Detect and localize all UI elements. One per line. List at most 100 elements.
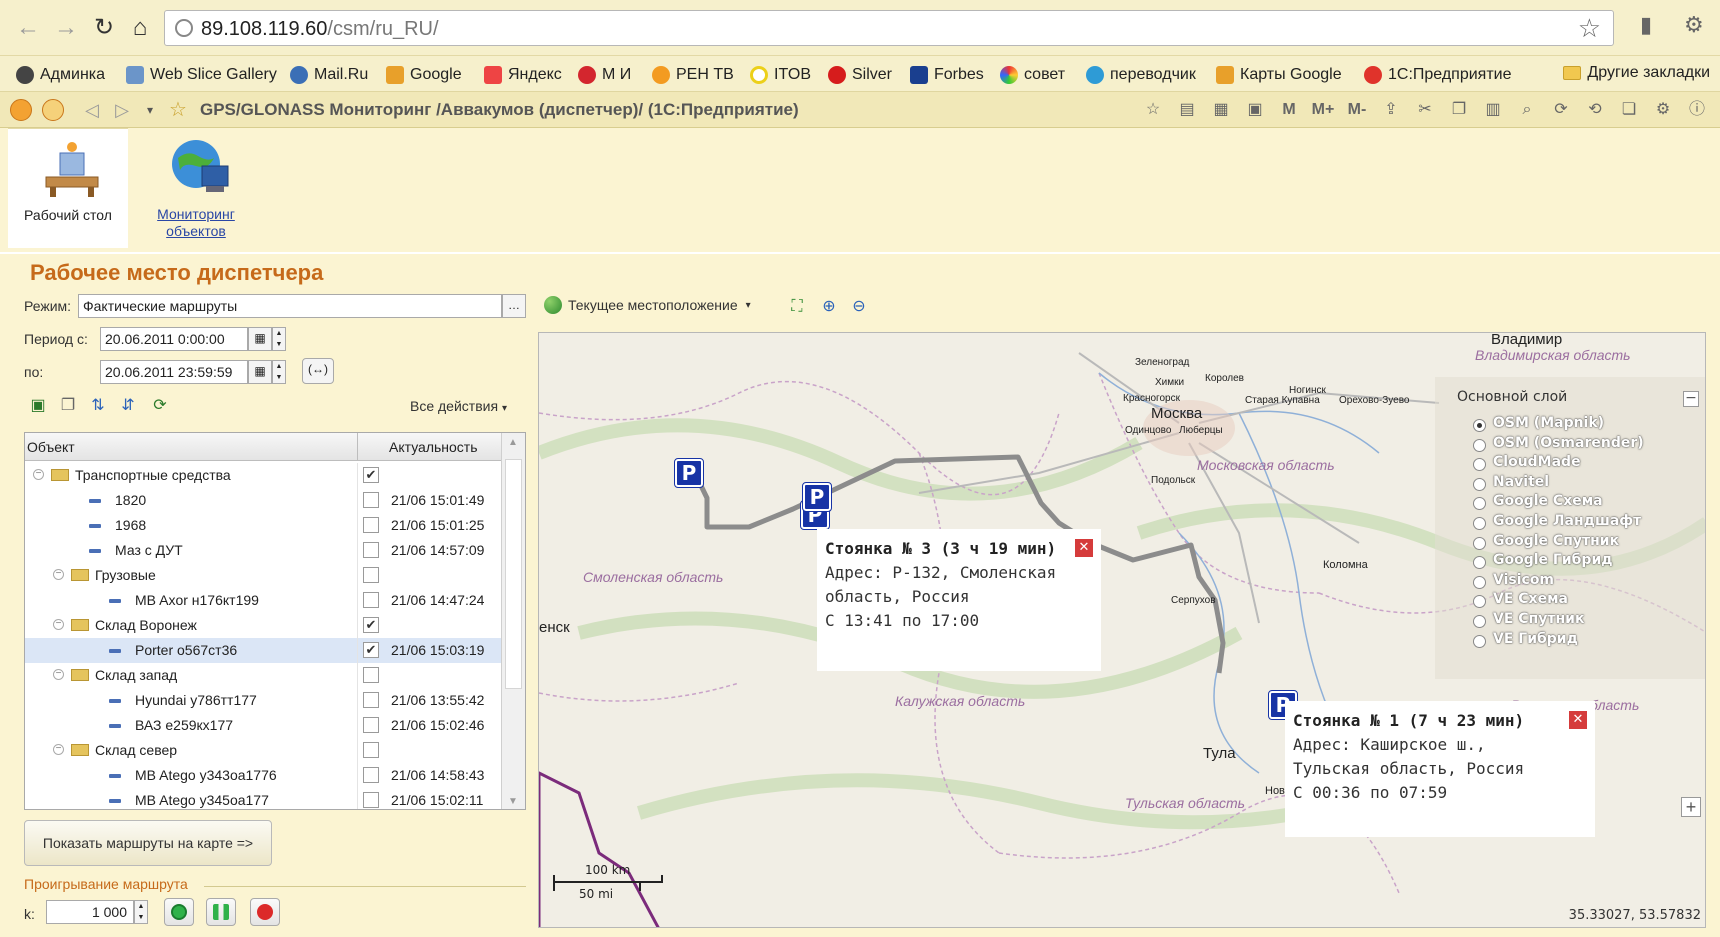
layer-radio[interactable] [1473,517,1486,530]
row-checkbox[interactable]: ✔ [363,467,379,483]
scroll-thumb[interactable] [505,459,522,689]
layer-radio[interactable] [1473,438,1486,452]
row-checkbox[interactable] [363,567,379,583]
bookmark-item[interactable]: Web Slice Gallery [126,64,277,86]
favorites-icon[interactable]: ☆ [1140,98,1166,122]
bookmark-item[interactable]: Forbes [910,64,984,86]
bookmark-item[interactable]: переводчик [1086,64,1196,86]
close-icon[interactable]: ✕ [1075,539,1093,557]
period-from-field[interactable]: 20.06.2011 0:00:00 [100,327,248,351]
layer-radio[interactable] [1473,497,1486,511]
settings-icon[interactable]: ⚙ [1650,98,1676,122]
layer-option[interactable]: VE Спутник [1493,611,1584,627]
row-checkbox[interactable] [363,667,379,683]
play-button[interactable] [164,898,194,926]
wrench-icon[interactable]: ⚙ [1684,12,1704,38]
1c-logo-icon[interactable] [10,99,32,121]
other-bookmarks[interactable]: Другие закладки [1563,64,1710,82]
find-prev-icon[interactable]: ⟲ [1582,98,1608,122]
collapse-icon[interactable]: − [53,569,64,580]
bookmark-item[interactable]: 1С:Предприятие [1364,64,1512,86]
row-checkbox[interactable] [363,742,379,758]
pause-button[interactable] [206,898,236,926]
row-checkbox[interactable]: ✔ [363,617,379,633]
parking-marker[interactable]: P [674,458,704,488]
row-checkbox[interactable] [363,717,379,733]
layer-radio[interactable] [1473,595,1486,609]
table-row[interactable]: − Грузовые [25,563,501,588]
sort-asc-icon[interactable]: ⇅ [88,396,108,416]
layer-radio[interactable] [1473,575,1486,589]
info-icon[interactable]: ⓘ [1684,98,1710,122]
bookmark-item[interactable]: Google [386,64,462,86]
section-desktop[interactable]: Рабочий стол [8,128,128,248]
column-actuality[interactable]: Актуальность [389,439,478,455]
reload-icon[interactable]: ↻ [90,14,118,42]
layer-option[interactable]: OSM (Mapnik) [1493,415,1604,431]
collapse-icon[interactable]: − [53,744,64,755]
period-select-button[interactable]: (↔) [302,358,334,384]
favorite-star-icon[interactable]: ☆ [164,96,192,124]
menu-icon[interactable] [42,99,64,121]
bookmark-item[interactable]: Mail.Ru [290,64,368,86]
minimize-icon[interactable]: − [1683,391,1699,407]
layer-option[interactable]: Visicom [1493,572,1554,588]
period-to-stepper[interactable]: ▲ ▼ [272,360,286,384]
row-checkbox[interactable]: ✔ [363,642,379,658]
layer-option[interactable]: Google Гибрид [1493,552,1613,568]
row-checkbox[interactable] [363,692,379,708]
back-arrow-icon[interactable]: ← [14,14,42,42]
address-bar[interactable]: 89.108.119.60/csm/ru_RU/ ☆ [164,10,1614,46]
table-row[interactable]: − Склад север [25,738,501,763]
signal-icon[interactable]: ▮ [1640,12,1652,38]
parking-marker[interactable]: P [802,482,832,512]
collapse-icon[interactable]: − [53,619,64,630]
layer-radio[interactable] [1473,615,1486,628]
k-field[interactable]: 1 000 [46,900,134,924]
bookmark-item[interactable]: совет [1000,64,1065,86]
copy-icon[interactable]: ❐ [1446,98,1472,122]
bookmark-item[interactable]: ITOB [750,64,811,86]
forward-icon[interactable]: ▷ [108,96,136,124]
row-checkbox[interactable] [363,592,379,608]
scroll-down-icon[interactable]: ▼ [508,796,518,807]
layer-radio[interactable] [1473,556,1486,570]
section-monitoring[interactable]: Мониторинг объектов [136,128,256,248]
layer-option[interactable]: Navitel [1493,474,1549,490]
zoom-in-icon[interactable]: ⊕ [818,296,840,318]
table-row[interactable]: − Транспортные средства ✔ [25,463,501,488]
current-location-menu[interactable]: Текущее местоположение ▾ [544,296,751,314]
period-from-stepper[interactable]: ▲ ▼ [272,327,286,351]
layer-option[interactable]: VE Схема [1493,591,1568,607]
history-dropdown-icon[interactable]: ▾ [136,96,164,124]
row-checkbox[interactable] [363,792,379,808]
collapse-icon[interactable]: − [33,469,44,480]
calendar-icon[interactable]: ▦ [248,360,272,384]
row-checkbox[interactable] [363,542,379,558]
layer-option[interactable]: CloudMade [1493,454,1581,470]
calculator-icon[interactable]: ▦ [1208,98,1234,122]
refresh-icon[interactable]: ⟳ [150,396,170,416]
expand-layers-icon[interactable]: + [1681,797,1701,817]
table-row[interactable]: − Склад запад [25,663,501,688]
scroll-up-icon[interactable]: ▲ [508,437,518,448]
collapse-icon[interactable]: − [53,669,64,680]
find-next-icon[interactable]: ⟳ [1548,98,1574,122]
layer-option[interactable]: Google Спутник [1493,533,1619,549]
back-icon[interactable]: ◁ [78,96,106,124]
layer-radio[interactable] [1473,458,1486,472]
mode-field[interactable]: Фактические маршруты [78,294,502,318]
bookmark-item[interactable]: РЕН ТВ [652,64,734,86]
map-view[interactable]: Владимир Владимирская область Зеленоград… [538,332,1706,928]
layer-radio[interactable] [1473,536,1486,550]
fit-map-icon[interactable]: ⛶ [786,296,808,318]
table-row[interactable]: MB Atego у343оа1776 21/06 14:58:43 [25,763,501,788]
period-to-field[interactable]: 20.06.2011 23:59:59 [100,360,248,384]
bookmark-item[interactable]: Админка [16,64,105,86]
layer-radio[interactable] [1473,419,1486,432]
row-checkbox[interactable] [363,517,379,533]
layer-radio[interactable] [1473,477,1486,491]
layer-option[interactable]: Google Схема [1493,493,1603,509]
memory-mplus-button[interactable]: M+ [1310,98,1336,122]
table-row[interactable]: − Склад Воронеж ✔ [25,613,501,638]
